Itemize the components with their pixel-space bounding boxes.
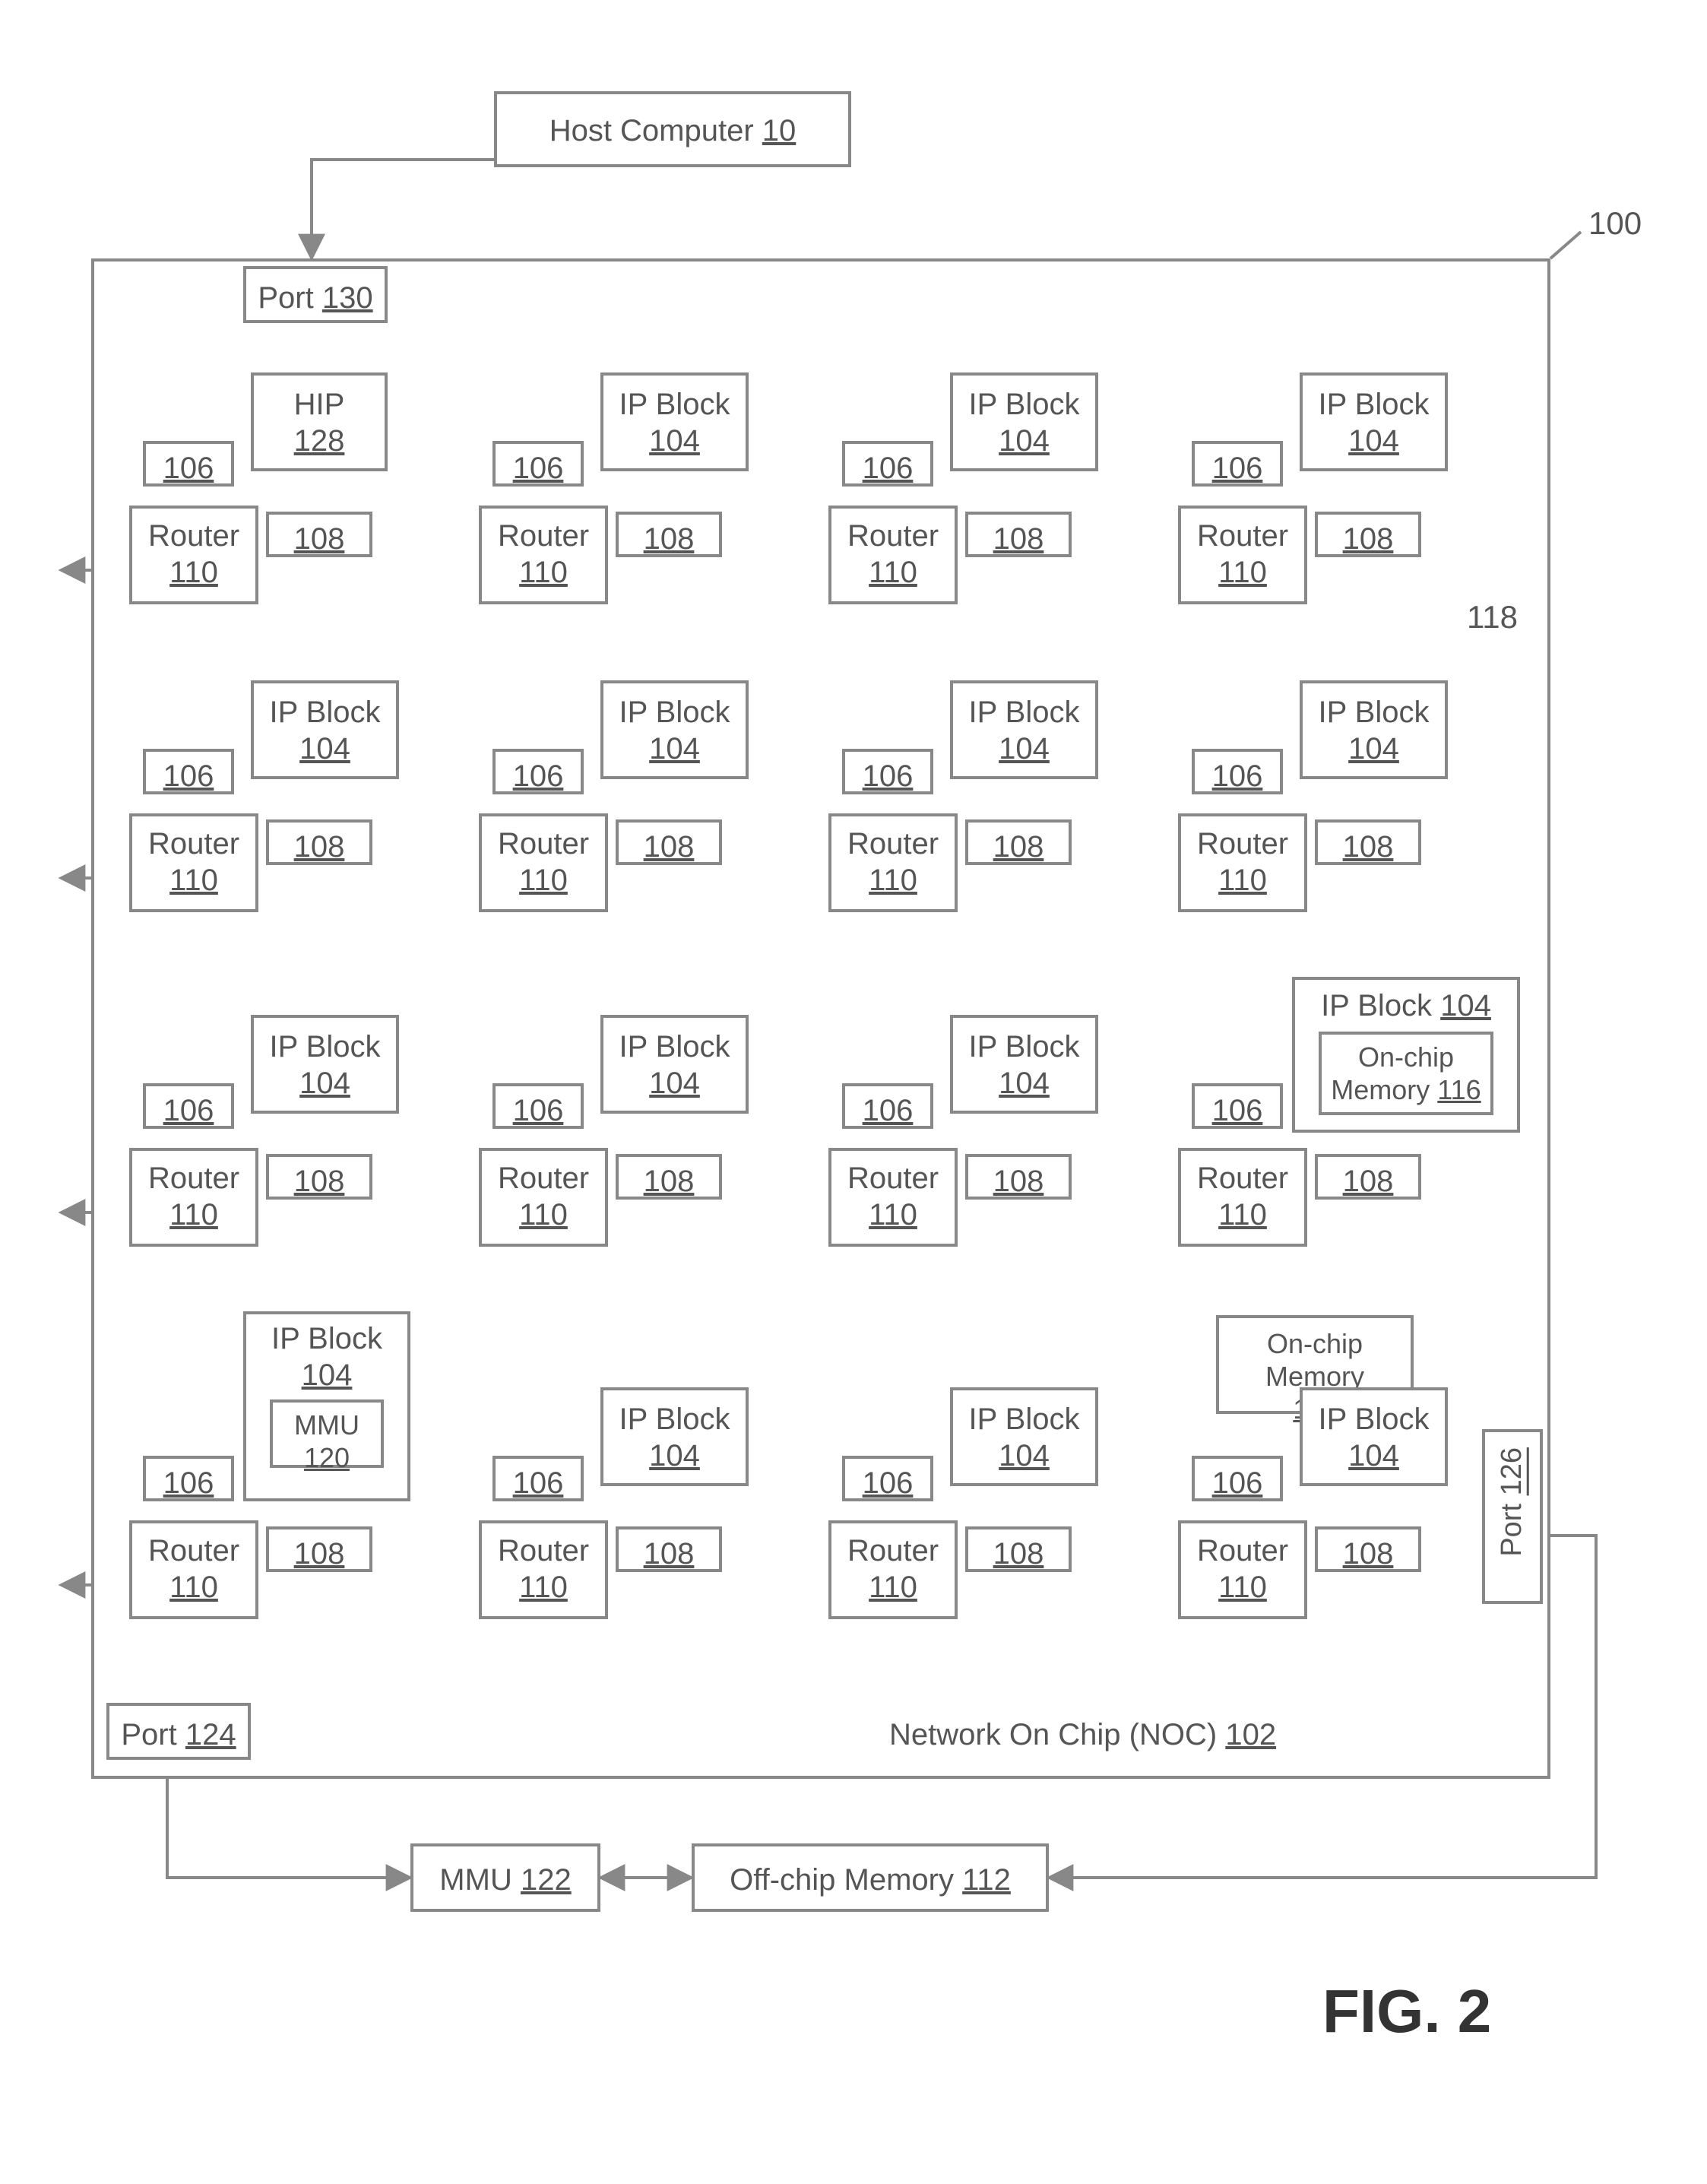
adapter-106-r2-c1: 106 [492,1083,584,1129]
mmu-122-label: MMU [439,1863,512,1897]
controller-108-r3-c1: 108 [616,1526,722,1572]
hip-128: HIP128 [251,372,388,471]
ip-block-onchip-116: IP Block 104On-chip Memory 116 [1292,977,1520,1133]
ref-100: 100 [1588,205,1642,242]
ip-block-r0-c2: IP Block104 [950,372,1098,471]
controller-108-r0-c1: 108 [616,512,722,557]
controller-108-r3-c0: 108 [266,1526,372,1572]
ip-block-mmu-120: IP Block104MMU120 [243,1311,410,1501]
diagram-page: Host Computer 10 100 118 Network On Chip… [30,30,1677,2154]
noc-label: Network On Chip (NOC) 102 [889,1718,1276,1752]
offchip-num: 112 [962,1863,1011,1897]
router-r2-c3: Router110 [1178,1148,1307,1247]
port-130-num: 130 [322,281,373,315]
router-r0-c0: Router110 [129,506,258,604]
router-r2-c0: Router110 [129,1148,258,1247]
adapter-106-r3-c3: 106 [1192,1456,1283,1501]
router-r0-c2: Router110 [828,506,958,604]
ref-118: 118 [1467,599,1518,636]
router-r3-c1: Router110 [479,1520,608,1619]
mmu-122-num: 122 [521,1863,572,1897]
router-r3-c0: Router110 [129,1520,258,1619]
adapter-106-r0-c1: 106 [492,441,584,487]
adapter-106-r1-c1: 106 [492,749,584,794]
router-r2-c2: Router110 [828,1148,958,1247]
router-r1-c1: Router110 [479,813,608,912]
offchip-memory: Off-chip Memory 112 [692,1843,1049,1912]
router-r0-c1: Router110 [479,506,608,604]
noc-text: Network On Chip (NOC) [889,1718,1217,1751]
adapter-106-r1-c3: 106 [1192,749,1283,794]
port-126: Port 126 [1482,1429,1543,1604]
port-130: Port 130 [243,266,388,323]
adapter-106-r0-c2: 106 [842,441,933,487]
router-r1-c3: Router110 [1178,813,1307,912]
ip-block-r1-c2: IP Block104 [950,680,1098,779]
host-label: Host Computer [549,114,754,147]
mmu-120: MMU120 [270,1399,384,1468]
adapter-106-r3-c0: 106 [143,1456,234,1501]
controller-108-r3-c3: 108 [1315,1526,1421,1572]
ip-block-r1-c0: IP Block104 [251,680,399,779]
port-124-label: Port [121,1718,176,1751]
adapter-106-r0-c3: 106 [1192,441,1283,487]
router-r0-c3: Router110 [1178,506,1307,604]
router-r1-c0: Router110 [129,813,258,912]
adapter-106-r1-c0: 106 [143,749,234,794]
adapter-106-r3-c1: 106 [492,1456,584,1501]
adapter-106-r0-c0: 106 [143,441,234,487]
ip-block-r3-c2: IP Block104 [950,1387,1098,1486]
router-r3-c3: Router110 [1178,1520,1307,1619]
ip-block-r2-c0: IP Block104 [251,1015,399,1114]
controller-108-r1-c2: 108 [965,819,1072,865]
host-computer-block: Host Computer 10 [494,91,851,167]
controller-108-r1-c0: 108 [266,819,372,865]
controller-108-r2-c1: 108 [616,1154,722,1200]
adapter-106-r2-c2: 106 [842,1083,933,1129]
port-124-num: 124 [185,1718,236,1751]
controller-108-r2-c3: 108 [1315,1154,1421,1200]
router-r3-c2: Router110 [828,1520,958,1619]
port-124: Port 124 [106,1703,251,1760]
adapter-106-r1-c2: 106 [842,749,933,794]
mmu-122: MMU 122 [410,1843,600,1912]
controller-108-r2-c0: 108 [266,1154,372,1200]
figure-label: FIG. 2 [1322,1976,1491,2046]
ip-block-r3-c3: IP Block104 [1300,1387,1448,1486]
controller-108-r3-c2: 108 [965,1526,1072,1572]
router-r2-c1: Router110 [479,1148,608,1247]
adapter-106-r2-c0: 106 [143,1083,234,1129]
port-130-label: Port [258,281,313,315]
ip-block-r1-c3: IP Block104 [1300,680,1448,779]
ip-block-r2-c2: IP Block104 [950,1015,1098,1114]
ip-block-r2-c1: IP Block104 [600,1015,749,1114]
port-126-num: 126 [1496,1447,1528,1495]
host-num: 10 [762,114,796,147]
controller-108-r1-c1: 108 [616,819,722,865]
controller-108-r0-c0: 108 [266,512,372,557]
ip-block-r0-c3: IP Block104 [1300,372,1448,471]
adapter-106-r2-c3: 106 [1192,1083,1283,1129]
router-r1-c2: Router110 [828,813,958,912]
controller-108-r1-c3: 108 [1315,819,1421,865]
noc-num: 102 [1225,1718,1276,1751]
controller-108-r0-c2: 108 [965,512,1072,557]
offchip-label: Off-chip Memory [730,1863,954,1897]
ip-block-r0-c1: IP Block104 [600,372,749,471]
controller-108-r0-c3: 108 [1315,512,1421,557]
ip-block-r3-c1: IP Block104 [600,1387,749,1486]
controller-108-r2-c2: 108 [965,1154,1072,1200]
adapter-106-r3-c2: 106 [842,1456,933,1501]
onchip-114-label: On-chip Memory [1265,1328,1364,1392]
onchip-memory-116: On-chip Memory 116 [1319,1032,1493,1115]
ip-block-r1-c1: IP Block104 [600,680,749,779]
port-126-label: Port [1496,1504,1528,1557]
